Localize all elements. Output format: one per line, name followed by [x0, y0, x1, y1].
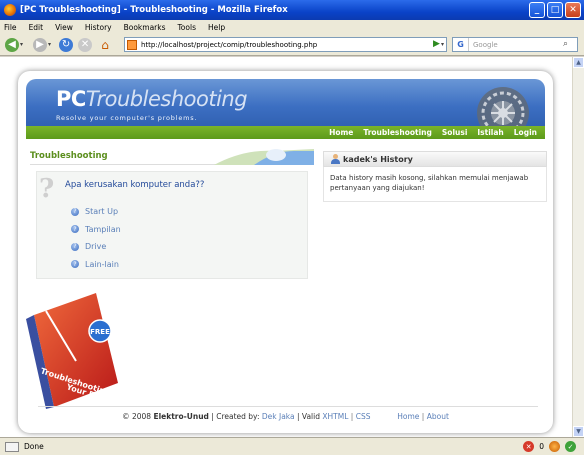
footer-org: Elektro-Unud	[153, 412, 209, 421]
address-bar[interactable]: http://localhost/project/comip/troublesh…	[124, 37, 447, 52]
page-container: PCTroubleshooting Resolve your computer'…	[18, 71, 553, 433]
navigation-toolbar: ◀ ▾ ▶ ▾ ↻ ✕ ⌂ http://localhost/project/c…	[0, 34, 584, 56]
option-lain-lain[interactable]: ? Lain-lain	[71, 256, 121, 274]
validator-ok-icon[interactable]: ✓	[565, 441, 576, 452]
search-icon[interactable]: ⌕	[563, 39, 575, 51]
menu-edit[interactable]: Edit	[29, 23, 44, 32]
stop-button[interactable]: ✕	[78, 37, 93, 52]
nav-home-link[interactable]: Home	[329, 128, 353, 137]
close-button[interactable]: ✕	[565, 2, 581, 18]
option-label[interactable]: Tampilan	[85, 225, 121, 234]
address-url[interactable]: http://localhost/project/comip/troublesh…	[141, 41, 317, 49]
option-label[interactable]: Lain-lain	[85, 260, 119, 269]
go-button[interactable]: ▶	[433, 39, 445, 51]
window-title: [PC Troubleshooting] - Troubleshooting -…	[20, 5, 288, 15]
book-cover-image: FREE Troubleshooting Your PC	[26, 293, 118, 409]
status-bar: Done ✕ 0 ✓	[0, 437, 584, 455]
addon-icon[interactable]	[549, 441, 560, 452]
option-label[interactable]: Start Up	[85, 207, 118, 216]
search-input[interactable]: Google	[473, 41, 498, 49]
footer-about-link[interactable]: About	[427, 412, 449, 421]
heading-swoosh-decoration	[214, 149, 314, 165]
logo-pc-text: PC	[56, 87, 86, 111]
menu-bookmarks[interactable]: Bookmarks	[124, 23, 166, 32]
footer-copyright: © 2008	[122, 412, 152, 421]
troubleshooting-panel: ? Apa kerusakan komputer anda?? ? Start …	[36, 171, 308, 279]
nav-troubleshooting-link[interactable]: Troubleshooting	[363, 128, 431, 137]
troubleshooting-question: Apa kerusakan komputer anda??	[65, 180, 205, 190]
window-controls: _ □ ✕	[529, 2, 581, 18]
option-label[interactable]: Drive	[85, 242, 106, 251]
status-text: Done	[24, 442, 44, 451]
error-console-icon[interactable]: ✕	[523, 441, 535, 452]
scroll-up-icon[interactable]: ▲	[573, 57, 584, 68]
logo-brand-text: Troubleshooting	[85, 87, 248, 111]
page-viewport: PCTroubleshooting Resolve your computer'…	[0, 57, 572, 437]
book-badge: FREE	[90, 328, 110, 336]
site-footer: © 2008 Elektro-Unud | Created by: Dek Ja…	[18, 412, 553, 421]
vertical-scrollbar[interactable]: ▲ ▼	[572, 57, 584, 437]
site-logo[interactable]: PCTroubleshooting	[56, 87, 248, 111]
footer-home-link[interactable]: Home	[397, 412, 419, 421]
forward-history-dropdown-icon[interactable]: ▾	[48, 41, 51, 48]
history-title: kadek's History	[343, 154, 413, 164]
nav-istilah-link[interactable]: Istilah	[477, 128, 503, 137]
footer-css-link[interactable]: CSS	[356, 412, 371, 421]
search-engine-icon[interactable]: G	[453, 38, 469, 51]
page-status-icon	[5, 441, 19, 452]
troubleshooting-title: Troubleshooting	[30, 151, 108, 161]
nav-login-link[interactable]: Login	[514, 128, 537, 137]
option-startup[interactable]: ? Start Up	[71, 203, 121, 221]
back-button[interactable]: ◀	[5, 37, 19, 52]
menu-bar: File Edit View History Bookmarks Tools H…	[0, 20, 584, 34]
gear-emblem-icon	[477, 87, 529, 129]
back-history-dropdown-icon[interactable]: ▾	[20, 41, 23, 48]
troubleshooting-heading: Troubleshooting	[30, 149, 314, 165]
site-tagline: Resolve your computer's problems.	[56, 114, 198, 122]
footer-divider	[38, 406, 538, 407]
footer-separator: |	[421, 412, 425, 421]
maximize-button[interactable]: □	[547, 2, 563, 18]
option-drive[interactable]: ? Drive	[71, 238, 121, 256]
window-titlebar: [PC Troubleshooting] - Troubleshooting -…	[0, 0, 584, 20]
home-button[interactable]: ⌂	[98, 38, 112, 52]
footer-separator: |	[350, 412, 354, 421]
question-bullet-icon: ?	[71, 260, 79, 269]
search-bar[interactable]: G Google ⌕	[452, 37, 578, 52]
user-icon	[330, 154, 340, 164]
option-tampilan[interactable]: ? Tampilan	[71, 221, 121, 239]
footer-valid: | Valid	[297, 412, 320, 421]
scroll-down-icon[interactable]: ▼	[573, 426, 584, 437]
site-favicon	[127, 39, 137, 50]
minimize-button[interactable]: _	[529, 2, 545, 18]
footer-xhtml-link[interactable]: XHTML	[322, 412, 348, 421]
menu-view[interactable]: View	[55, 23, 73, 32]
site-nav: Home Troubleshooting Solusi Istilah Logi…	[26, 126, 545, 139]
history-heading: kadek's History	[323, 151, 547, 167]
menu-help[interactable]: Help	[208, 23, 225, 32]
footer-created-by: | Created by:	[211, 412, 260, 421]
history-content: Data history masih kosong, silahkan memu…	[323, 167, 547, 202]
menu-tools[interactable]: Tools	[178, 23, 196, 32]
question-mark-icon: ?	[39, 174, 55, 204]
question-bullet-icon: ?	[71, 225, 79, 234]
question-bullet-icon: ?	[71, 242, 79, 251]
site-header: PCTroubleshooting Resolve your computer'…	[26, 79, 545, 129]
footer-author-link[interactable]: Dek Jaka	[262, 412, 295, 421]
nav-solusi-link[interactable]: Solusi	[442, 128, 468, 137]
forward-button[interactable]: ▶	[33, 37, 48, 52]
troubleshooting-options: ? Start Up ? Tampilan ? Drive ? Lain-lai…	[71, 203, 121, 273]
menu-file[interactable]: File	[4, 23, 17, 32]
firefox-icon	[4, 4, 16, 16]
error-count: 0	[539, 442, 544, 451]
status-indicators: ✕ 0 ✓	[523, 441, 576, 452]
reload-button[interactable]: ↻	[59, 37, 74, 52]
question-bullet-icon: ?	[71, 207, 79, 216]
menu-history[interactable]: History	[85, 23, 112, 32]
